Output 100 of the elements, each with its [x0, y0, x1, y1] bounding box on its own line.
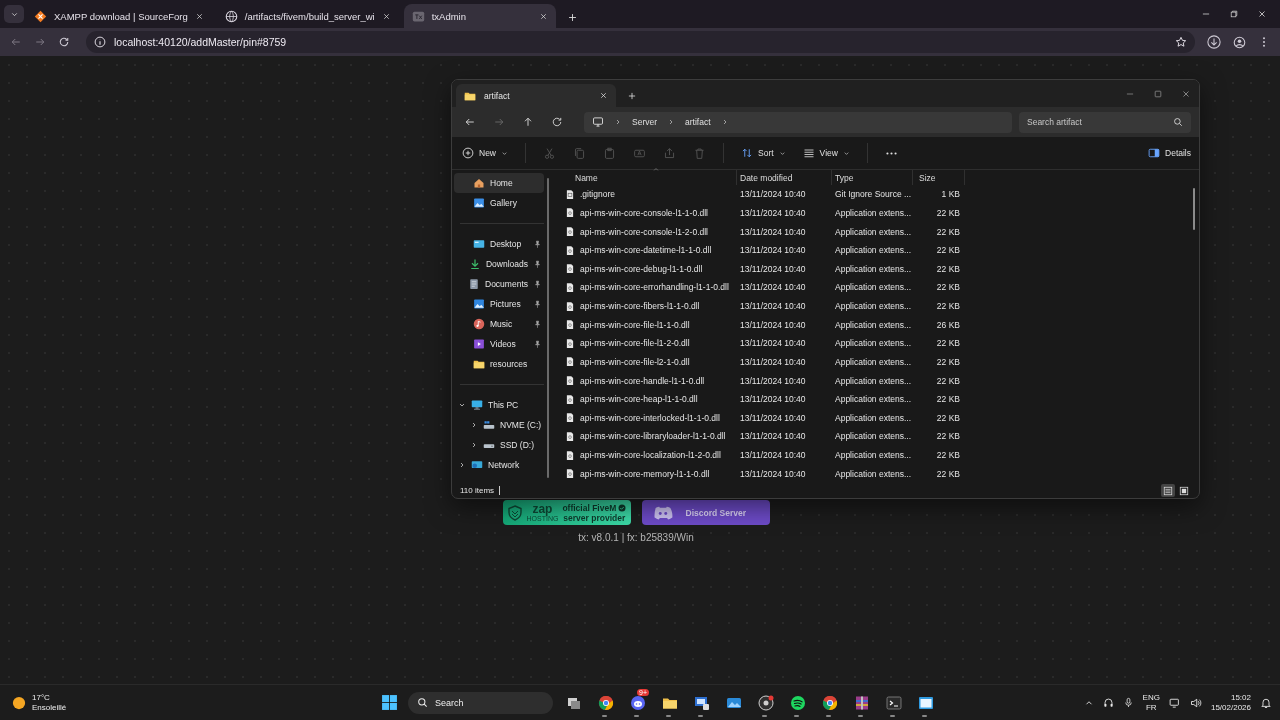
column-header[interactable]: Type: [832, 170, 913, 185]
file-name[interactable]: api-ms-win-core-debug-l1-1-0.dll: [580, 263, 703, 274]
sidebar-item[interactable]: Documents: [454, 274, 544, 294]
breadcrumb-item[interactable]: Server: [632, 117, 658, 127]
file-name[interactable]: api-ms-win-core-file-l1-2-0.dll: [580, 338, 690, 349]
column-header[interactable]: Date modified: [737, 170, 832, 185]
bookmark-star-icon[interactable]: [1175, 36, 1187, 48]
headphones-icon[interactable]: [1102, 697, 1114, 708]
maximize-icon[interactable]: [1153, 88, 1163, 99]
close-icon[interactable]: [1181, 88, 1191, 99]
file-name[interactable]: api-ms-win-core-datetime-l1-1-0.dll: [580, 245, 712, 256]
sidebar-item[interactable]: Downloads: [454, 254, 544, 274]
address-bar[interactable]: localhost:40120/addMaster/pin#8759: [86, 31, 1195, 53]
chevron-icon[interactable]: [470, 421, 478, 429]
file-name[interactable]: api-ms-win-core-heap-l1-1-0.dll: [580, 394, 698, 405]
file-name[interactable]: .gitignore: [580, 189, 615, 200]
file-name[interactable]: api-ms-win-core-handle-l1-1-0.dll: [580, 375, 705, 386]
file-size: 22 KB: [935, 226, 961, 237]
site-info-icon[interactable]: [94, 36, 106, 48]
download-icon[interactable]: [1207, 35, 1221, 49]
close-icon[interactable]: [599, 91, 608, 100]
new-tab-icon[interactable]: [566, 12, 578, 23]
close-icon[interactable]: [538, 11, 548, 21]
chat-icon[interactable]: [630, 694, 646, 711]
details-button[interactable]: Details: [1148, 147, 1191, 159]
temperature[interactable]: 17°C: [32, 692, 67, 703]
file-name[interactable]: api-ms-win-core-memory-l1-1-0.dll: [580, 468, 710, 479]
music-icon[interactable]: [790, 694, 806, 711]
taskbar-search[interactable]: Search: [408, 691, 553, 714]
weather-condition[interactable]: Ensoleillé: [32, 702, 67, 713]
view-mode-button[interactable]: [1177, 484, 1191, 497]
microphone-icon[interactable]: [1122, 697, 1134, 708]
close-icon[interactable]: [1257, 9, 1267, 19]
browser-icon[interactable]: [598, 694, 614, 711]
window-icon[interactable]: [918, 694, 934, 711]
discord-banner[interactable]: Discord Server: [641, 500, 770, 525]
file-name[interactable]: api-ms-win-core-console-l1-1-0.dll: [580, 207, 708, 218]
restore-icon[interactable]: [1229, 9, 1239, 19]
column-header[interactable]: Name: [557, 170, 737, 185]
sidebar-item[interactable]: This PC: [454, 395, 544, 415]
file-name[interactable]: api-ms-win-core-file-l1-1-0.dll: [580, 319, 690, 330]
address-bar[interactable]: Server artifact: [584, 111, 1012, 133]
chevron-icon[interactable]: [458, 461, 466, 469]
chevron-icon[interactable]: [458, 401, 466, 409]
sidebar-item[interactable]: Videos: [454, 334, 544, 354]
view-mode-button[interactable]: [1161, 484, 1175, 497]
start-icon[interactable]: [381, 694, 398, 711]
file-name[interactable]: api-ms-win-core-errorhandling-l1-1-0.dll: [580, 282, 729, 293]
close-icon[interactable]: [194, 11, 204, 21]
file-type: Application extens...: [834, 412, 913, 423]
file-name[interactable]: api-ms-win-core-file-l2-1-0.dll: [580, 356, 690, 367]
sidebar-item[interactable]: SSD (D:): [454, 435, 544, 455]
file-name[interactable]: api-ms-win-core-fibers-l1-1-0.dll: [580, 301, 700, 312]
sidebar-item[interactable]: Network: [454, 455, 544, 475]
browser-tab[interactable]: /artifacts/fivem/build_server_wi: [216, 4, 399, 28]
document-icon: [468, 278, 480, 290]
input-language-button[interactable]: ENG FR: [1142, 692, 1160, 713]
settings-file-icon: [565, 375, 575, 387]
sidebar-item[interactable]: NVME (C:): [454, 415, 544, 435]
profile-icon[interactable]: [1233, 35, 1246, 49]
archive-icon[interactable]: [854, 694, 870, 711]
new-tab-icon[interactable]: [627, 91, 637, 101]
file-name[interactable]: api-ms-win-core-localization-l1-2-0.dll: [580, 450, 721, 461]
sidebar-item[interactable]: Gallery: [454, 193, 544, 213]
up-arrow-icon[interactable]: [522, 116, 534, 128]
search-icon: [417, 697, 428, 708]
sidebar-item[interactable]: Home: [454, 173, 544, 193]
speaker-icon[interactable]: [1189, 696, 1202, 709]
notifications-icon[interactable]: [1260, 696, 1272, 709]
sidebar-item[interactable]: resources: [454, 354, 544, 374]
browser-tab[interactable]: XAMPP download | SourceForg: [26, 4, 212, 28]
search-field[interactable]: Search artifact: [1019, 111, 1191, 133]
monitor-icon[interactable]: [694, 694, 710, 711]
recorder-icon[interactable]: [758, 694, 774, 711]
browser-icon[interactable]: [822, 694, 838, 711]
breadcrumb-item[interactable]: artifact: [685, 117, 711, 127]
view-button[interactable]: View: [802, 147, 850, 159]
file-name[interactable]: api-ms-win-core-interlocked-l1-1-0.dll: [580, 412, 720, 423]
sidebar-item[interactable]: Pictures: [454, 294, 544, 314]
sidebar-item[interactable]: Desktop: [454, 234, 544, 254]
column-header[interactable]: Size: [913, 170, 965, 185]
reload-icon[interactable]: [58, 36, 70, 48]
network-icon[interactable]: [1168, 696, 1181, 709]
scrollbar[interactable]: [547, 178, 549, 478]
shield-icon: [506, 504, 523, 521]
sort-button[interactable]: Sort: [741, 147, 786, 159]
refresh-icon[interactable]: [551, 116, 563, 128]
file-name[interactable]: api-ms-win-core-console-l1-2-0.dll: [580, 226, 708, 237]
chevron-right-icon[interactable]: [614, 118, 622, 126]
chevron-icon[interactable]: [470, 441, 478, 449]
scrollbar[interactable]: [1193, 188, 1195, 230]
terminal-icon[interactable]: [886, 694, 902, 711]
file-name[interactable]: api-ms-win-core-libraryloader-l1-1-0.dll: [580, 431, 726, 442]
clock[interactable]: 15:02 15/02/2026: [1210, 692, 1251, 713]
close-icon[interactable]: [381, 11, 391, 21]
new-button[interactable]: New: [462, 147, 508, 159]
explorer-tab[interactable]: artifact: [456, 84, 616, 107]
browser-tab[interactable]: txAdmin: [403, 4, 556, 28]
sidebar-item[interactable]: Music: [454, 314, 544, 334]
back-icon[interactable]: [464, 116, 476, 128]
